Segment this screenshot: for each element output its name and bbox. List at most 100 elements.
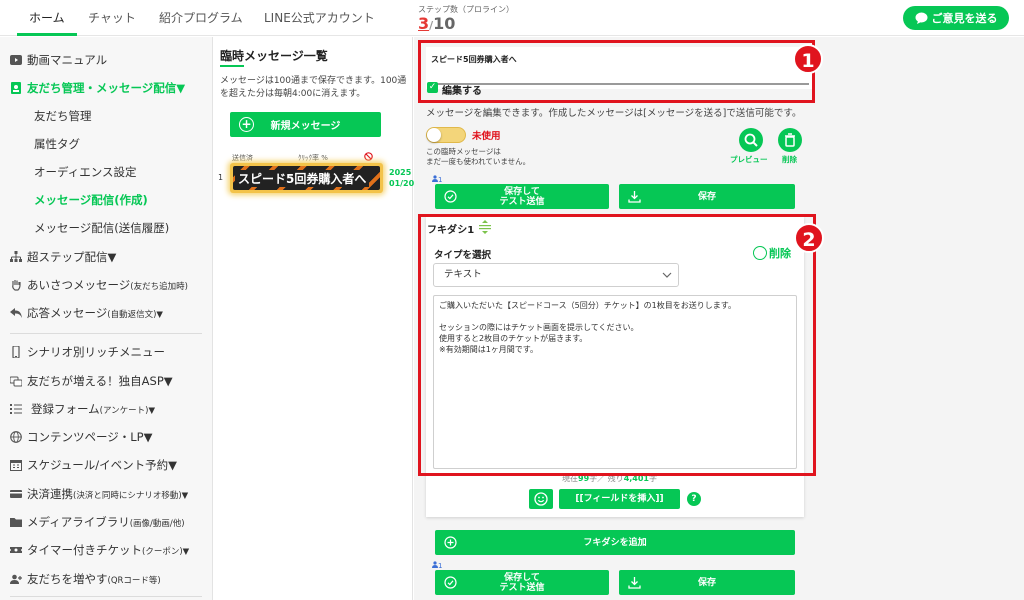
sidebar-item-sublabel: (友だち追加時) bbox=[130, 282, 188, 292]
sidebar-divider bbox=[10, 596, 202, 597]
user-count-value: 1 bbox=[438, 176, 443, 184]
unused-note-line2: まだ一度も使われていません。 bbox=[426, 157, 531, 166]
sidebar-item-label: 動画マニュアル bbox=[27, 53, 108, 67]
tab-line-official[interactable]: LINE公式アカウント bbox=[264, 0, 375, 36]
search-icon bbox=[744, 133, 758, 147]
sidebar: 動画マニュアル 友だち管理・メッセージ配信▼ 友だち管理 属性タグ オーディエン… bbox=[0, 37, 213, 600]
sidebar-item-media-library[interactable]: メディアライブラリ(画像/動画/他) bbox=[0, 508, 212, 536]
sidebar-item-super-step[interactable]: 超ステップ配信▼ bbox=[0, 243, 212, 271]
sidebar-item-sublabel: (クーポン)▼ bbox=[142, 547, 190, 557]
check-circle-icon bbox=[444, 576, 457, 589]
save-test-line2: テスト送信 bbox=[499, 582, 545, 593]
save-button-bottom[interactable]: 保存 bbox=[619, 570, 795, 595]
feedback-button[interactable]: ご意見を送る bbox=[903, 6, 1009, 30]
user-count-value: 1 bbox=[438, 562, 443, 570]
delete-label: 削除 bbox=[782, 155, 797, 164]
sidebar-item-video-manual[interactable]: 動画マニュアル bbox=[0, 46, 212, 74]
preview-button[interactable] bbox=[739, 128, 763, 152]
sidebar-item-register-form[interactable]: 登録フォーム(アンケート)▼ bbox=[0, 395, 212, 423]
row-date: 2025 01/20 bbox=[389, 167, 414, 189]
step-count: 3/10 bbox=[418, 14, 455, 33]
title-underline bbox=[220, 65, 244, 67]
sidebar-item-content-page[interactable]: コンテンツページ・LP▼ bbox=[0, 423, 212, 451]
save-and-test-button-bottom[interactable]: 保存して テスト送信 bbox=[435, 570, 609, 595]
contacts-icon bbox=[11, 82, 21, 94]
user-count: 1 bbox=[432, 175, 442, 184]
sidebar-item-asp[interactable]: 友だちが増える！独自ASP▼ bbox=[0, 367, 212, 395]
sidebar-item-increase-friends[interactable]: 友だちを増やす(QRコード等) bbox=[0, 565, 212, 593]
save-button[interactable]: 保存 bbox=[619, 184, 795, 209]
asp-icon bbox=[10, 376, 22, 387]
save-label: 保存 bbox=[697, 577, 716, 588]
save-test-line1: 保存して bbox=[504, 186, 540, 197]
top-bar: ホーム チャット 紹介プログラム LINE公式アカウント ステップ数（プロライン… bbox=[0, 0, 1024, 36]
sidebar-divider bbox=[10, 333, 202, 334]
sidebar-item-label: 応答メッセージ bbox=[27, 306, 108, 320]
unused-note-line1: この臨時メッセージは bbox=[426, 147, 501, 156]
sidebar-item-ticket[interactable]: タイマー付きチケット(クーポン)▼ bbox=[0, 536, 212, 564]
sidebar-item-label: オーディエンス設定 bbox=[34, 165, 137, 179]
new-message-button[interactable]: + 新規メッセージ bbox=[230, 112, 381, 137]
step-badge-1: 1 bbox=[793, 44, 823, 74]
tab-chat[interactable]: チャット bbox=[88, 0, 136, 36]
message-editor: スピード5回券購入者へ ✓ 編集する 1 メッセージを編集できます。作成したメッ… bbox=[414, 37, 1024, 600]
card-icon bbox=[10, 490, 22, 498]
save-and-test-button[interactable]: 保存して テスト送信 bbox=[435, 184, 609, 209]
help-icon[interactable]: ? bbox=[687, 492, 701, 506]
new-message-label: 新規メッセージ bbox=[270, 121, 341, 132]
sidebar-item-label: 属性タグ bbox=[34, 137, 80, 151]
sidebar-item-greeting[interactable]: あいさつメッセージ(友だち追加時) bbox=[0, 271, 212, 299]
row-date-year: 2025 bbox=[389, 168, 412, 177]
download-icon bbox=[628, 191, 641, 203]
sidebar-item-label: あいさつメッセージ bbox=[27, 278, 131, 292]
sidebar-item-label: コンテンツページ・LP▼ bbox=[27, 430, 153, 444]
video-icon bbox=[10, 55, 22, 65]
temporary-message-list: 臨時メッセージ一覧 メッセージは100通まで保存できます。100通を超えた分は毎… bbox=[214, 37, 414, 600]
sidebar-item-label: 友だち管理 bbox=[34, 109, 92, 123]
plus-icon: + bbox=[239, 117, 254, 132]
sidebar-item-label: 登録フォーム bbox=[31, 402, 100, 416]
column-sent: 送信済 bbox=[232, 154, 253, 162]
sidebar-item-audience[interactable]: オーディエンス設定 bbox=[0, 158, 212, 186]
toggle-status: 未使用 bbox=[472, 131, 501, 142]
reply-icon bbox=[10, 308, 22, 318]
hand-icon bbox=[12, 280, 21, 291]
sidebar-item-attribute-tags[interactable]: 属性タグ bbox=[0, 130, 212, 158]
user-count-bottom: 1 bbox=[432, 561, 442, 570]
step-total: 10 bbox=[433, 14, 456, 33]
save-label: 保存 bbox=[697, 191, 716, 202]
sidebar-item-sublabel: (決済と同時にシナリオ移動)▼ bbox=[73, 491, 189, 501]
sidebar-item-friends[interactable]: 友だち管理 bbox=[0, 102, 212, 130]
row-date-md: 01/20 bbox=[389, 179, 415, 188]
sidebar-item-message-history[interactable]: メッセージ配信(送信履歴) bbox=[0, 214, 212, 242]
sidebar-item-sublabel: (QRコード等) bbox=[107, 576, 161, 586]
phone-icon bbox=[12, 346, 20, 358]
sidebar-item-rich-menu[interactable]: シナリオ別リッチメニュー bbox=[0, 338, 212, 366]
usage-toggle[interactable] bbox=[426, 127, 466, 143]
add-fukidashi-button[interactable]: フキダシを追加 bbox=[435, 530, 795, 555]
emoji-button[interactable] bbox=[529, 489, 553, 509]
tab-home[interactable]: ホーム bbox=[17, 0, 77, 36]
sidebar-item-label: 友だちが増える！独自ASP▼ bbox=[27, 374, 173, 388]
sidebar-item-label: タイマー付きチケット bbox=[27, 543, 142, 557]
sidebar-item-sublabel: (アンケート)▼ bbox=[99, 406, 155, 416]
sidebar-item-message-create[interactable]: メッセージ配信(作成) bbox=[0, 186, 212, 214]
sidebar-item-sublabel: (画像/動画/他) bbox=[129, 519, 185, 529]
sidebar-item-label: メッセージ配信(送信履歴) bbox=[34, 221, 170, 235]
thumbnail-stripes: スピード5回券購入者へ bbox=[233, 166, 380, 190]
tab-referral[interactable]: 紹介プログラム bbox=[159, 0, 243, 36]
sidebar-item-schedule[interactable]: スケジュール/イベント予約▼ bbox=[0, 451, 212, 479]
feedback-label: ご意見を送る bbox=[931, 12, 998, 25]
sidebar-item-auto-reply[interactable]: 応答メッセージ(自動返信文)▼ bbox=[0, 299, 212, 327]
delete-button[interactable] bbox=[778, 128, 802, 152]
highlight-box-2 bbox=[418, 214, 816, 476]
message-row-title: スピード5回券購入者へ bbox=[235, 170, 370, 187]
step-current[interactable]: 3 bbox=[418, 14, 429, 33]
sidebar-item-label: メッセージ配信(作成) bbox=[34, 193, 148, 207]
sidebar-item-payment[interactable]: 決済連携(決済と同時にシナリオ移動)▼ bbox=[0, 480, 212, 508]
insert-field-button[interactable]: [[フィールドを挿入]] bbox=[559, 489, 680, 509]
highlight-box-1 bbox=[418, 40, 815, 103]
message-thumbnail[interactable]: スピード5回券購入者へ bbox=[230, 163, 383, 193]
sidebar-item-friend-management[interactable]: 友だち管理・メッセージ配信▼ bbox=[0, 74, 212, 102]
list-note: メッセージは100通まで保存できます。100通を超えた分は毎朝4:00に消えます… bbox=[220, 76, 407, 99]
